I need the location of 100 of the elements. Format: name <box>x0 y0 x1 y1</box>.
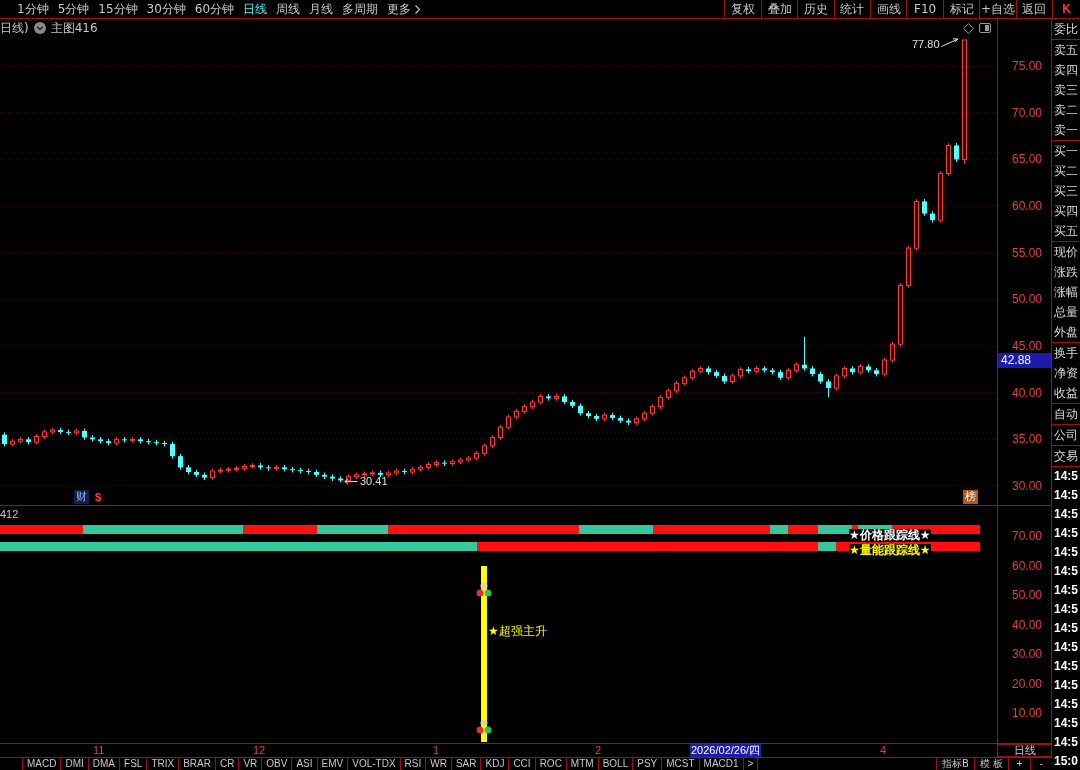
trade-time: 15:0 <box>1053 752 1080 770</box>
quote-label: 买四 <box>1053 203 1079 220</box>
period-button[interactable]: 日线 <box>997 744 1052 757</box>
quote-label: 买一 <box>1053 143 1079 160</box>
indicator-tab[interactable]: SAR <box>451 758 482 770</box>
indicator-tab[interactable]: EMV <box>317 758 349 770</box>
indicator-tab[interactable]: RSI <box>400 758 427 770</box>
indicator-tab[interactable]: CCI <box>509 758 536 770</box>
quote-label: 外盘 <box>1053 324 1079 341</box>
indicator-tab[interactable]: MCST <box>662 758 700 770</box>
toolbar-button[interactable]: 复权 <box>724 0 761 18</box>
trade-time: 14:5 <box>1053 468 1080 486</box>
chevron-icon <box>415 4 421 14</box>
toolbar-button[interactable]: 历史 <box>797 0 834 18</box>
period-tab[interactable]: 30分钟 <box>146 1 186 17</box>
step-button[interactable]: + <box>1008 758 1030 770</box>
trade-time: 14:5 <box>1053 676 1080 694</box>
trade-time: 14:5 <box>1053 601 1080 619</box>
trade-time: 14:5 <box>1053 714 1080 732</box>
indicator-tab[interactable]: DMI <box>61 758 89 770</box>
quote-label: 换手 <box>1053 345 1079 362</box>
quote-label: 卖四 <box>1053 62 1079 79</box>
period-tab[interactable]: 5分钟 <box>57 1 90 17</box>
quote-label: 卖一 <box>1053 122 1079 139</box>
quote-label: 现价 <box>1053 244 1079 261</box>
trend-label: ★量能跟踪线★ <box>849 544 931 557</box>
quote-label: 自动 <box>1053 406 1079 423</box>
toolbar-button[interactable]: 标记 <box>942 0 980 18</box>
quote-label: 卖三 <box>1053 82 1079 99</box>
indicator-tab[interactable]: DMA <box>88 758 121 770</box>
quote-label: 总量 <box>1053 304 1079 321</box>
period-tab[interactable]: 多周期 <box>342 1 379 17</box>
step-button[interactable]: - <box>1030 758 1052 770</box>
date-label: 1 <box>433 744 440 757</box>
finance-badge[interactable]: 财 <box>74 490 89 504</box>
quote-label: 卖五 <box>1053 42 1079 59</box>
quote-label: 收益 <box>1053 385 1079 402</box>
indicator-tab[interactable]: BRAR <box>179 758 216 770</box>
trade-time: 14:5 <box>1053 638 1080 656</box>
main-indicator-label: 主图416 <box>50 19 98 37</box>
indicator-tab[interactable]: > <box>743 758 759 770</box>
indicator-tab[interactable]: CR <box>215 758 240 770</box>
toolbar-button[interactable]: 画线 <box>870 0 907 18</box>
side-tab[interactable]: 模 板 <box>973 758 1008 770</box>
dividend-mark[interactable]: $ <box>94 490 103 504</box>
indicator-tab[interactable]: FSL <box>120 758 148 770</box>
indicator-tab[interactable]: VR <box>239 758 263 770</box>
indicator-tab[interactable]: OBV <box>262 758 293 770</box>
indicator-tab[interactable]: MTM <box>566 758 599 770</box>
window-icon[interactable] <box>979 23 991 33</box>
side-tab[interactable]: 指标B <box>935 758 974 770</box>
chart-period-label: 日线) <box>0 19 29 37</box>
axis-label: 40.00 <box>1011 385 1042 400</box>
quote-label: 公司 <box>1053 427 1079 444</box>
period-tab[interactable]: 1分钟 <box>17 1 49 17</box>
dropdown-icon[interactable] <box>33 22 46 34</box>
period-tab[interactable]: 月线 <box>309 1 334 17</box>
ranking-badge[interactable]: 榜 <box>963 490 978 504</box>
more-menu-button[interactable]: 更多 <box>387 1 421 17</box>
quote-label: 交易 <box>1053 448 1079 465</box>
axis-label: 65.00 <box>1011 152 1042 167</box>
trade-time: 14:5 <box>1053 582 1080 600</box>
indicator-tab[interactable]: ROC <box>535 758 567 770</box>
period-tab[interactable]: 60分钟 <box>194 1 235 17</box>
indicator-tab[interactable]: KDJ <box>481 758 510 770</box>
indicator-tab[interactable]: WR <box>426 758 452 770</box>
indicator-tab[interactable]: MACD <box>23 758 62 770</box>
period-tab[interactable]: 周线 <box>276 1 301 17</box>
axis-label: 30.00 <box>1011 647 1042 661</box>
toolbar-button[interactable]: 叠加 <box>760 0 798 18</box>
indicator-tab[interactable]: VOL-TDX <box>348 758 401 770</box>
axis-label: 50.00 <box>1011 588 1042 602</box>
axis-label: 55.00 <box>1011 245 1042 260</box>
toolbar-button[interactable]: 返回 <box>1015 0 1052 18</box>
axis-label: 60.00 <box>1011 558 1042 573</box>
axis-label: 70.00 <box>1011 529 1042 543</box>
marker-icon <box>476 719 492 734</box>
toolbar-button[interactable]: +自选 <box>979 0 1016 18</box>
diamond-icon[interactable] <box>963 22 974 34</box>
indicator-tab[interactable]: BOLL <box>598 758 634 770</box>
toolbar-button[interactable]: 统计 <box>833 0 871 18</box>
axis-label: 70.00 <box>1011 105 1042 120</box>
date-label: 2 <box>595 744 602 757</box>
indicator-tab[interactable]: PSY <box>633 758 663 770</box>
indicator-tab[interactable]: MACD1 <box>699 758 744 770</box>
trade-time: 14:5 <box>1053 506 1080 524</box>
trade-time: 14:5 <box>1053 619 1080 637</box>
indicator-tab[interactable]: ASI <box>292 758 318 770</box>
period-tab[interactable]: 15分钟 <box>98 1 138 17</box>
period-tab[interactable]: 日线 <box>243 1 268 17</box>
toolbar-button[interactable]: F10 <box>906 0 943 18</box>
quote-label: 涨幅 <box>1053 284 1079 301</box>
trade-time: 14:5 <box>1053 563 1080 581</box>
signal-label: ★超强主升 <box>488 624 547 638</box>
mode-tab[interactable]: K <box>1052 0 1080 18</box>
axis-label: 50.00 <box>1011 292 1042 307</box>
trade-time: 14:5 <box>1053 657 1080 675</box>
indicator-tab[interactable]: TRIX <box>147 758 180 770</box>
indicator-title: 412 <box>0 508 19 521</box>
trend-label: ★价格跟踪线★ <box>849 529 931 542</box>
